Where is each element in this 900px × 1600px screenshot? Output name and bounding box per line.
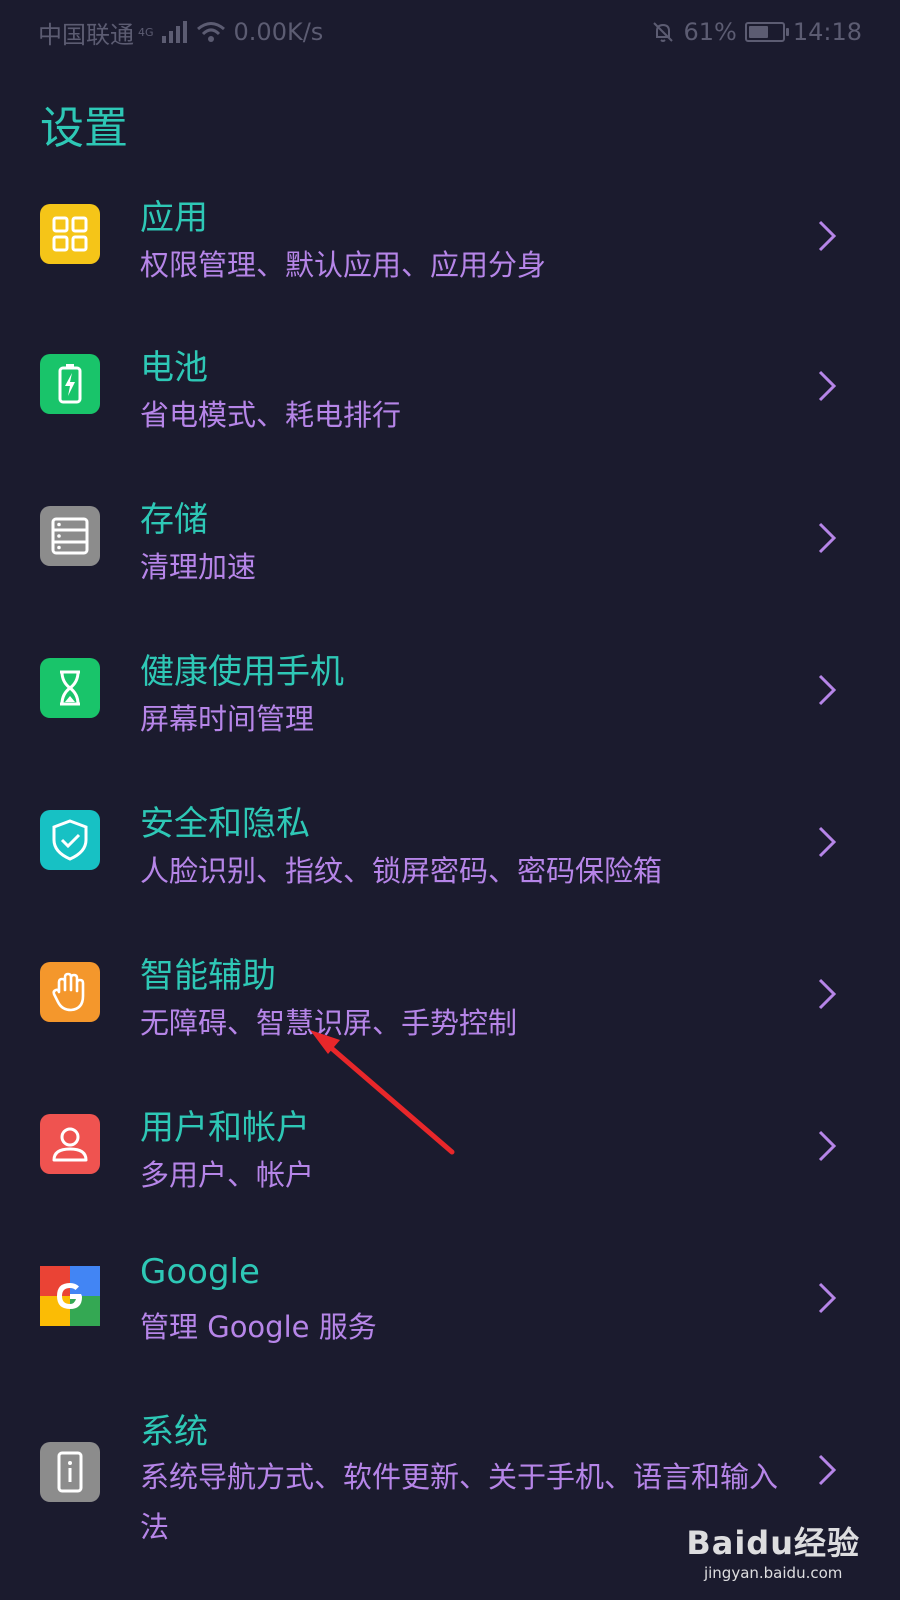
settings-item-desc: 人脸识别、指纹、锁屏密码、密码保险箱 (140, 854, 663, 888)
settings-item-label: 电池 (140, 348, 208, 388)
bell-off-icon (653, 22, 674, 42)
settings-item-google[interactable]: Google 管理 Google 服务 (0, 1238, 900, 1392)
settings-item-label: 用户和帐户 (140, 1108, 310, 1148)
page-title: 设置 (40, 103, 128, 154)
chevron-right-icon (818, 826, 837, 858)
settings-item-digital-balance[interactable]: 健康使用手机 屏幕时间管理 (0, 622, 900, 776)
settings-item-desc: 管理 Google 服务 (140, 1310, 377, 1344)
settings-item-battery[interactable]: 电池 省电模式、耗电排行 (0, 314, 900, 468)
settings-item-desc: 权限管理、默认应用、应用分身 (140, 248, 547, 282)
network-speed: 0.00K/s (233, 18, 324, 46)
status-left: 中国联通 4G 0.00K/s (38, 15, 323, 50)
wifi-icon (196, 22, 225, 42)
chevron-right-icon (818, 522, 837, 554)
user-icon (40, 1114, 100, 1174)
settings-item-storage[interactable]: 存储 清理加速 (0, 468, 900, 622)
chevron-right-icon (818, 220, 837, 252)
settings-item-desc: 系统导航方式、软件更新、关于手机、语言和输入法 (140, 1460, 779, 1544)
settings-item-label: 智能辅助 (140, 956, 276, 996)
shield-check-icon (40, 810, 100, 870)
settings-screen: 中国联通 4G 0.00K/s 61% 14:18 设置 应用 权限管理、默认应… (0, 0, 900, 1600)
signal-icon (161, 21, 187, 43)
settings-item-label: 应用 (140, 198, 208, 238)
settings-item-security-privacy[interactable]: 安全和隐私 人脸识别、指纹、锁屏密码、密码保险箱 (0, 776, 900, 930)
status-bar: 中国联通 4G 0.00K/s 61% 14:18 (0, 0, 900, 64)
battery-icon (744, 22, 789, 42)
watermark-url: jingyan.baidu.com (703, 1564, 843, 1582)
chevron-right-icon (818, 674, 837, 706)
battery-icon (40, 354, 100, 414)
settings-item-apps[interactable]: 应用 权限管理、默认应用、应用分身 (0, 160, 900, 314)
apps-grid-icon (40, 204, 100, 264)
settings-item-label: Google (140, 1252, 260, 1292)
settings-item-users-accounts[interactable]: 用户和帐户 多用户、帐户 (0, 1084, 900, 1238)
carrier-name: 中国联通 (38, 20, 134, 49)
settings-item-label: 安全和隐私 (140, 804, 310, 844)
battery-level-fill (748, 26, 769, 38)
chevron-right-icon (818, 978, 837, 1010)
settings-item-label: 存储 (140, 500, 208, 540)
settings-list: 应用 权限管理、默认应用、应用分身 电池 省电模式、耗电排行 存储 清理加速 健… (0, 160, 900, 1582)
settings-item-desc: 屏幕时间管理 (140, 702, 315, 736)
baidu-jingyan-watermark: Baidu经验 jingyan.baidu.com (686, 1518, 860, 1582)
settings-item-desc: 无障碍、智慧识屏、手势控制 (140, 1006, 518, 1040)
settings-item-label: 健康使用手机 (140, 652, 344, 692)
settings-item-desc: 多用户、帐户 (140, 1158, 315, 1192)
battery-percent: 61% (683, 18, 737, 46)
storage-icon (40, 506, 100, 566)
chevron-right-icon (818, 1130, 837, 1162)
settings-item-label: 系统 (140, 1412, 208, 1452)
hand-icon (40, 962, 100, 1022)
watermark-logo: Baidu经验 (686, 1524, 860, 1562)
chevron-right-icon (818, 1454, 837, 1486)
clock-time: 14:18 (792, 18, 862, 46)
status-right: 61% 14:18 (651, 18, 862, 46)
hourglass-icon (40, 658, 100, 718)
google-icon (40, 1266, 100, 1326)
chevron-right-icon (818, 1282, 837, 1314)
phone-info-icon (40, 1442, 100, 1502)
settings-item-smart-assist[interactable]: 智能辅助 无障碍、智慧识屏、手势控制 (0, 930, 900, 1084)
network-type: 4G (138, 25, 154, 39)
settings-item-desc: 省电模式、耗电排行 (140, 398, 402, 432)
settings-item-desc: 清理加速 (140, 550, 257, 584)
chevron-right-icon (818, 370, 837, 402)
